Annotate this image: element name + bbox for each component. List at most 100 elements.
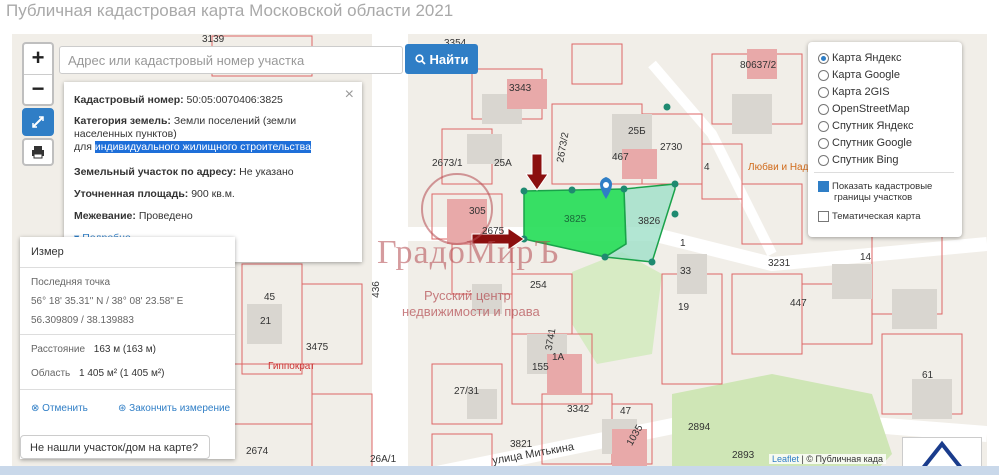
address-value: Не указано xyxy=(239,166,294,178)
area-label: Уточненная площадь: xyxy=(74,188,189,200)
radio-icon xyxy=(818,154,829,166)
attribution-source: Публичная када xyxy=(815,454,884,464)
map-label: 80637/2 xyxy=(740,60,777,71)
layer-label: Спутник Яндекс xyxy=(832,120,914,132)
map-label: 2730 xyxy=(660,142,683,153)
survey-value: Проведено xyxy=(138,210,193,222)
printer-icon xyxy=(32,146,44,159)
map-label: 305 xyxy=(469,206,486,217)
map-label: 3475 xyxy=(306,342,329,353)
category-label: Категория земель: xyxy=(74,115,171,127)
layer-option[interactable]: Карта Google xyxy=(818,67,900,83)
radio-icon xyxy=(818,103,829,115)
map-label: 447 xyxy=(790,298,807,309)
map-label: 3343 xyxy=(509,83,532,94)
radio-icon xyxy=(818,86,829,98)
layer-option[interactable]: OpenStreetMap xyxy=(818,101,910,117)
zoom-out-button[interactable]: − xyxy=(24,74,52,105)
map-label: 2674 xyxy=(246,446,269,457)
overlay-label: Тематическая карта xyxy=(832,210,921,222)
map-label: 4 xyxy=(704,162,710,173)
search-button[interactable]: Найти xyxy=(405,44,478,74)
finish-label: Закончить измерение xyxy=(129,403,231,414)
layer-option[interactable]: Карта Яндекс xyxy=(818,50,901,66)
close-icon[interactable]: × xyxy=(345,86,354,104)
map-label: 14 xyxy=(860,252,872,263)
check-circle-icon: ⊛ xyxy=(118,403,127,414)
overlay-label-2: границы участков xyxy=(834,192,913,203)
map-label: 3139 xyxy=(202,34,225,45)
map-label: 467 xyxy=(612,152,629,163)
print-button[interactable] xyxy=(22,138,54,166)
map-label: 254 xyxy=(530,280,547,291)
map-label: 3342 xyxy=(567,404,590,415)
layer-label: Спутник Bing xyxy=(832,154,899,166)
leaflet-link[interactable]: Leaflet xyxy=(772,454,799,464)
map-canvas[interactable]: 3139 3354 3343 80637/2 2673/1 25А 2673/2… xyxy=(12,34,987,475)
layer-label: Карта Google xyxy=(832,69,900,81)
distance-label: Расстояние xyxy=(31,344,86,355)
cancel-measure-button[interactable]: ⊗ Отменить xyxy=(31,402,88,415)
map-label: 436 xyxy=(370,281,382,298)
overlay-label: Показать кадастровые xyxy=(832,180,933,192)
zoom-in-button[interactable]: + xyxy=(24,44,52,74)
thematic-overlay-toggle[interactable]: Тематическая карта xyxy=(818,208,920,224)
map-label: 1 xyxy=(680,238,686,249)
map-label: 47 xyxy=(620,406,632,417)
address-label: Земельный участок по адресу: xyxy=(74,166,237,178)
last-point-label: Последняя точка xyxy=(31,277,111,288)
page-title: Публичная кадастровая карта Московской о… xyxy=(6,1,454,20)
measure-panel: Измер Последняя точка 56° 18' 35.31" N /… xyxy=(20,237,235,459)
use-prefix: для xyxy=(74,141,92,153)
ruler-icon xyxy=(32,116,44,128)
parcel-info-popup: × Кадастровый номер: 50:05:0070406:3825 … xyxy=(64,82,362,262)
cancel-icon: ⊗ xyxy=(31,403,40,414)
map-label: 21 xyxy=(260,316,272,327)
map-label: 45 xyxy=(264,292,276,303)
map-label: 2673/1 xyxy=(432,158,463,169)
layer-option[interactable]: Спутник Google xyxy=(818,135,912,151)
map-label: 33 xyxy=(680,266,692,277)
cancel-label: Отменить xyxy=(42,403,88,414)
radio-icon xyxy=(818,52,829,64)
map-label: 1А xyxy=(552,352,565,363)
search-input[interactable]: Адрес или кадастровый номер участка xyxy=(59,46,403,74)
map-label: 26А/1 xyxy=(370,454,397,465)
watermark-line1: Русский центр xyxy=(424,288,511,303)
not-found-button[interactable]: Не нашли участок/дом на карте? xyxy=(20,435,210,459)
layer-option[interactable]: Карта 2GIS xyxy=(818,84,890,100)
map-label: 27/31 xyxy=(454,386,480,397)
coords-dms: 56° 18' 35.31" N / 38° 08' 23.58" E xyxy=(31,296,184,307)
search-icon xyxy=(414,53,426,65)
radio-icon xyxy=(818,120,829,132)
cad-value: 50:05:0070406:3825 xyxy=(186,94,283,106)
watermark-line2: недвижимости и права xyxy=(402,304,540,319)
finish-measure-button[interactable]: ⊛ Закончить измерение xyxy=(118,402,230,415)
measure-button[interactable] xyxy=(22,108,54,136)
attribution: Leaflet | © Публичная када xyxy=(769,454,887,464)
coords-decimal: 56.309809 / 38.139883 xyxy=(31,315,134,326)
area-measure-label: Область xyxy=(31,368,71,379)
measure-title: Измер xyxy=(31,246,64,258)
area-value: 900 кв.м. xyxy=(191,188,235,200)
survey-label: Межевание: xyxy=(74,210,136,222)
category-value: Земли поселений (земли xyxy=(173,115,297,127)
layers-panel: Карта Яндекс Карта Google Карта 2GIS Ope… xyxy=(808,42,962,237)
map-label: 3825 xyxy=(564,214,587,225)
map-label: 61 xyxy=(922,370,934,381)
layer-option[interactable]: Спутник Bing xyxy=(818,152,899,168)
map-label: 3231 xyxy=(768,258,791,269)
map-label: 3826 xyxy=(638,216,661,227)
layer-label: Карта 2GIS xyxy=(832,86,890,98)
map-label: Гиппократ xyxy=(268,361,315,372)
checkbox-icon xyxy=(818,210,829,222)
map-label: 2893 xyxy=(732,450,755,461)
attribution-sep: | © xyxy=(799,454,816,464)
layer-label: OpenStreetMap xyxy=(832,103,910,115)
map-label: 2894 xyxy=(688,422,711,433)
category-value-2: населенных пунктов) xyxy=(74,128,177,140)
watermark-brand: ГрадоМирЪ xyxy=(377,234,560,271)
radio-icon xyxy=(818,69,829,81)
map-label: Любви и Наде xyxy=(748,162,815,173)
layer-option[interactable]: Спутник Яндекс xyxy=(818,118,914,134)
